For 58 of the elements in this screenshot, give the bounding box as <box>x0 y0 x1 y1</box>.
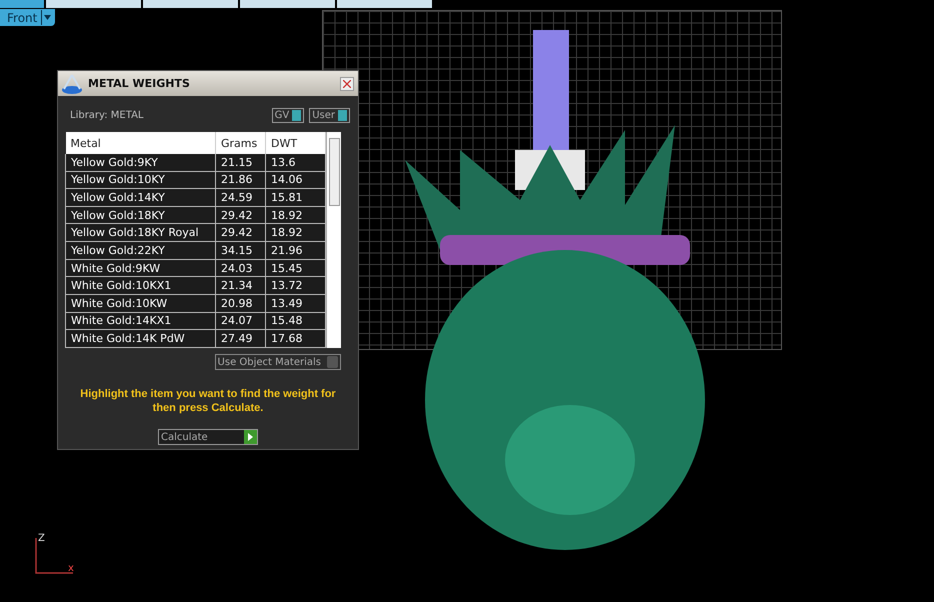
table-cell: Yellow Gold:18KY Royal <box>66 224 216 242</box>
caret-icon <box>44 15 50 20</box>
axis-gizmo-drawing <box>33 535 75 577</box>
table-cell: 18.92 <box>266 206 326 224</box>
table-cell: 34.15 <box>216 242 266 260</box>
table-cell: 13.6 <box>266 154 326 172</box>
view-dropdown[interactable]: Front <box>0 9 55 26</box>
table-cell: 15.45 <box>266 259 326 277</box>
table-cell: 13.72 <box>266 276 326 294</box>
table-cell: 13.49 <box>266 294 326 312</box>
column-header[interactable]: Grams <box>216 132 266 154</box>
table-cell: Yellow Gold:18KY <box>66 206 216 224</box>
table-cell: 17.68 <box>266 330 326 348</box>
table-cell: 24.03 <box>216 259 266 277</box>
x-axis-label: x <box>68 563 74 574</box>
library-toggle[interactable]: GV <box>272 108 304 122</box>
instruction-text: Highlight the item you want to find the weight for then press Calculate. <box>79 387 337 415</box>
scale-icon <box>60 73 84 95</box>
close-button[interactable] <box>340 76 354 90</box>
table-cell: Yellow Gold:22KY <box>66 242 216 260</box>
table-cell: White Gold:9KW <box>66 259 216 277</box>
table-cell: White Gold:14KX1 <box>66 312 216 330</box>
table-cell: 21.15 <box>216 154 266 172</box>
view-tab[interactable] <box>143 0 238 8</box>
table-cell: Yellow Gold:10KY <box>66 171 216 189</box>
table-cell: Yellow Gold:9KY <box>66 154 216 172</box>
table-cell: 15.48 <box>266 312 326 330</box>
table-cell: 29.42 <box>216 206 266 224</box>
table-cell: 29.42 <box>216 224 266 242</box>
panel-title: METAL WEIGHTS <box>88 77 191 90</box>
table-cell: 27.49 <box>216 330 266 348</box>
calculate-button[interactable]: Calculate <box>158 429 258 445</box>
table-cell: 18.92 <box>266 224 326 242</box>
library-toggle[interactable]: User <box>309 108 350 122</box>
table-cell: Yellow Gold:14KY <box>66 188 216 206</box>
scrollbar[interactable] <box>326 132 341 348</box>
table-cell: 20.98 <box>216 294 266 312</box>
view-tab[interactable] <box>337 0 432 8</box>
table-cell: 21.96 <box>266 242 326 260</box>
table-cell: 21.34 <box>216 276 266 294</box>
table-cell: 24.07 <box>216 312 266 330</box>
table-cell: 14.06 <box>266 171 326 189</box>
table-cell: White Gold:10KW <box>66 294 216 312</box>
z-axis-label: Z <box>38 533 45 544</box>
table-cell: 21.86 <box>216 171 266 189</box>
column-header[interactable]: Metal <box>66 132 216 154</box>
column-header[interactable]: DWT <box>266 132 326 154</box>
library-label: Library: METAL <box>70 110 144 120</box>
view-tab[interactable] <box>46 0 141 8</box>
use-object-materials-toggle[interactable]: Use Object Materials <box>214 354 341 370</box>
table-cell: White Gold:10KX1 <box>66 276 216 294</box>
table-cell: 15.81 <box>266 188 326 206</box>
table-cell: White Gold:14K PdW <box>66 330 216 348</box>
play-icon <box>248 433 253 441</box>
view-tab[interactable] <box>240 0 335 8</box>
view-tab[interactable] <box>0 0 44 8</box>
close-icon <box>343 80 351 88</box>
table-cell: 24.59 <box>216 188 266 206</box>
